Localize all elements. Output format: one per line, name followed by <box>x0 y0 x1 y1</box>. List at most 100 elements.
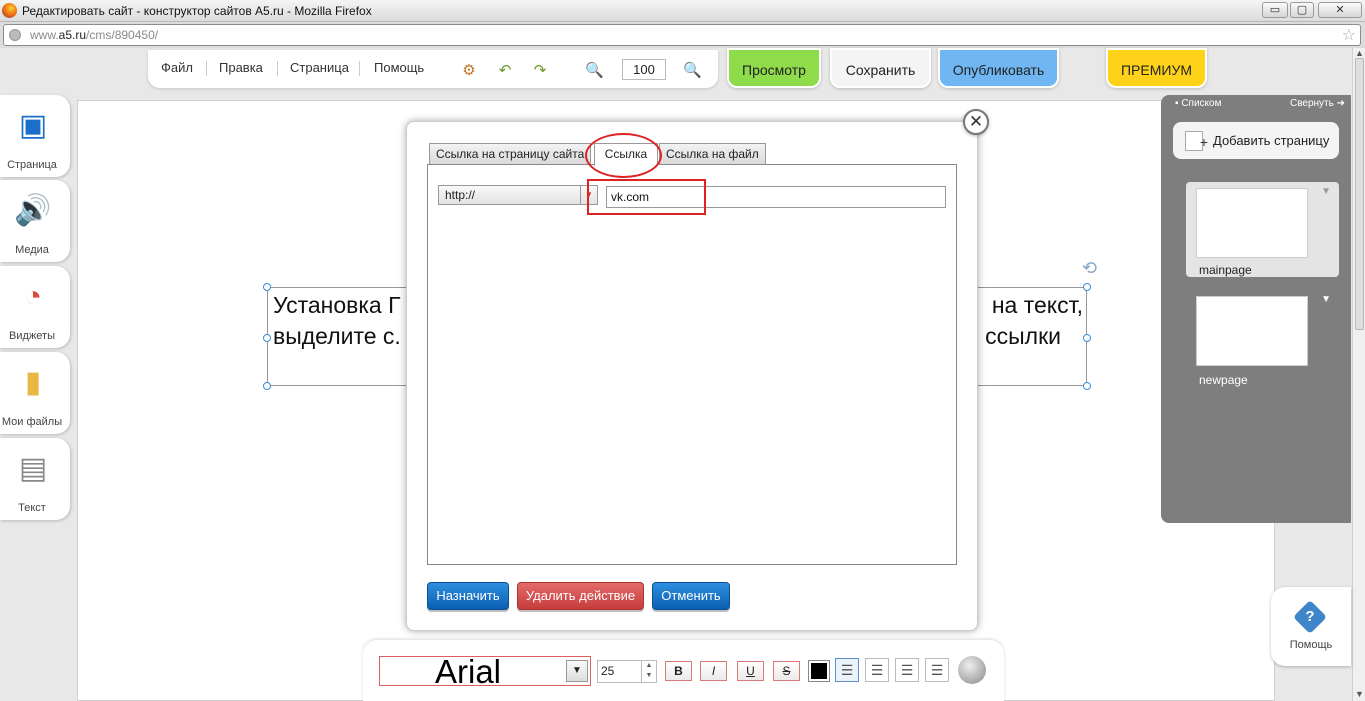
sidebar-item-page[interactable]: ▣ Страница <box>0 95 70 177</box>
menu-edit[interactable]: Правка <box>219 60 263 75</box>
firefox-logo-icon <box>2 3 17 18</box>
sidebar-label: Мои файлы <box>1 416 63 428</box>
pages-panel: ▪ Списком Свернуть ➜ + Добавить страницу… <box>1161 95 1351 523</box>
sidebar-item-text[interactable]: ▤ Текст <box>0 438 70 520</box>
protocol-value: http:// <box>445 188 476 202</box>
font-family-select[interactable]: Arial ▼ <box>379 653 591 690</box>
align-right-button[interactable]: ☰ <box>895 658 919 682</box>
align-justify-button[interactable]: ☰ <box>925 658 949 682</box>
protocol-select[interactable]: http:// ▼ <box>438 185 598 205</box>
menu-page[interactable]: Страница <box>290 60 349 75</box>
cancel-button[interactable]: Отменить <box>652 582 730 610</box>
font-size-stepper[interactable]: 25 ▲ ▼ <box>597 660 657 683</box>
font-family-value: Arial <box>435 653 502 690</box>
menu-divider <box>206 61 207 76</box>
resize-handle[interactable] <box>1083 382 1091 390</box>
help-button[interactable]: ? Помощь <box>1271 587 1351 666</box>
font-size-value: 25 <box>601 664 615 678</box>
widgets-icon: ◔ <box>23 280 43 313</box>
publish-button[interactable]: Опубликовать <box>938 48 1059 88</box>
font-size-spin-icon[interactable]: ▲ ▼ <box>641 661 656 682</box>
italic-button[interactable]: I <box>700 661 727 681</box>
menu-divider <box>359 61 360 76</box>
tab-panel <box>427 164 957 565</box>
resize-handle[interactable] <box>1083 334 1091 342</box>
folder-icon: ▮ <box>24 366 42 399</box>
page-menu-caret-icon[interactable]: ▼ <box>1321 294 1331 305</box>
sidebar-label: Виджеты <box>9 330 55 342</box>
resize-handle[interactable] <box>263 382 271 390</box>
save-button[interactable]: Сохранить <box>830 48 931 88</box>
sidebar-item-media[interactable]: 🔊 Медиа <box>0 180 70 262</box>
page-card-mainpage[interactable]: ▼ mainpage <box>1186 182 1339 277</box>
sidebar-label: Текст <box>18 502 46 514</box>
resize-handle[interactable] <box>1083 283 1091 291</box>
scroll-down-icon[interactable]: ▼ <box>1355 689 1364 699</box>
page-scrollbar[interactable]: ▲ ▼ <box>1352 48 1365 701</box>
scrollbar-thumb[interactable] <box>1355 58 1364 330</box>
remove-action-button[interactable]: Удалить действие <box>517 582 644 610</box>
address-bar[interactable]: www.a5.ru/cms/890450/ ☆ <box>3 24 1361 46</box>
highlight-rectangle <box>587 179 706 215</box>
text-line2-right: ссылки <box>985 323 1061 349</box>
text-line1-left: Установка Г <box>273 292 401 318</box>
sidebar-item-my-files[interactable]: ▮ Мои файлы <box>0 352 70 434</box>
zoom-out-icon[interactable]: 🔍 <box>585 62 604 80</box>
bold-button[interactable]: B <box>665 661 692 681</box>
resize-handle[interactable] <box>263 334 271 342</box>
zoom-level-input[interactable]: 100 <box>622 59 666 80</box>
browser-titlebar: Редактировать сайт - конструктор сайтов … <box>0 0 1365 22</box>
url-text: www.a5.ru/cms/890450/ <box>30 28 159 42</box>
page-menu-caret-icon[interactable]: ▼ <box>1321 186 1331 197</box>
page-name: newpage <box>1199 373 1248 387</box>
page-icon: ▣ <box>18 109 48 142</box>
menu-help[interactable]: Помощь <box>374 60 424 75</box>
close-window-button[interactable]: ✕ <box>1318 2 1362 18</box>
text-color-button[interactable] <box>808 660 830 682</box>
highlight-ellipse <box>585 133 662 178</box>
underline-button[interactable]: U <box>737 661 764 681</box>
add-page-button[interactable]: + Добавить страницу <box>1173 122 1339 159</box>
media-icon: 🔊 <box>14 194 52 227</box>
list-view-toggle[interactable]: ▪ Списком <box>1175 98 1221 109</box>
tab-link-to-site-page[interactable]: Ссылка на страницу сайта <box>429 143 591 165</box>
menu-file[interactable]: Файл <box>161 60 193 75</box>
scroll-up-icon[interactable]: ▲ <box>1355 48 1364 58</box>
assign-button[interactable]: Назначить <box>427 582 509 610</box>
site-identity-icon[interactable] <box>9 29 21 41</box>
sidebar-item-widgets[interactable]: ◔ Виджеты <box>0 266 70 348</box>
settings-gear-icon[interactable]: ⚙ <box>460 62 478 80</box>
zoom-in-icon[interactable]: 🔍 <box>683 62 702 80</box>
premium-button[interactable]: ПРЕМИУМ <box>1106 48 1207 88</box>
chevron-down-icon[interactable]: ▼ <box>566 660 588 682</box>
resize-handle[interactable] <box>263 283 271 291</box>
rotate-icon[interactable]: ⟲ <box>1082 258 1097 279</box>
page-card-newpage[interactable]: ▼ newpage <box>1186 290 1339 387</box>
align-left-button[interactable]: ☰ <box>835 658 859 682</box>
color-swatch <box>811 663 827 679</box>
text-icon: ▤ <box>18 452 48 485</box>
page-thumbnail[interactable] <box>1196 296 1308 366</box>
close-dialog-button[interactable]: ✕ <box>963 109 989 135</box>
page-name: mainpage <box>1199 263 1252 277</box>
tab-link-to-file[interactable]: Ссылка на файл <box>659 143 766 165</box>
preview-button[interactable]: Просмотр <box>727 48 821 88</box>
undo-icon[interactable]: ↶ <box>496 62 514 80</box>
text-line2-left: выделите с. <box>273 323 401 349</box>
bookmark-star-icon[interactable]: ☆ <box>1342 25 1356 45</box>
redo-icon[interactable]: ↷ <box>531 62 549 80</box>
minimize-button[interactable]: ▭ <box>1262 2 1288 18</box>
strikethrough-button[interactable]: S <box>773 661 800 681</box>
window-title: Редактировать сайт - конструктор сайтов … <box>22 4 372 18</box>
align-center-button[interactable]: ☰ <box>865 658 889 682</box>
menu-divider <box>277 61 278 76</box>
sidebar-label: Страница <box>7 159 57 171</box>
maximize-button[interactable]: ▢ <box>1290 2 1314 18</box>
text-line1-right: на текст, <box>991 292 1083 318</box>
browser-navbar: www.a5.ru/cms/890450/ ☆ <box>0 22 1365 48</box>
collapse-panel-button[interactable]: Свернуть ➜ <box>1290 98 1345 109</box>
page-thumbnail[interactable] <box>1196 188 1308 258</box>
link-globe-icon[interactable] <box>958 656 986 684</box>
help-label: Помощь <box>1289 639 1333 651</box>
add-page-icon: + <box>1185 131 1208 151</box>
